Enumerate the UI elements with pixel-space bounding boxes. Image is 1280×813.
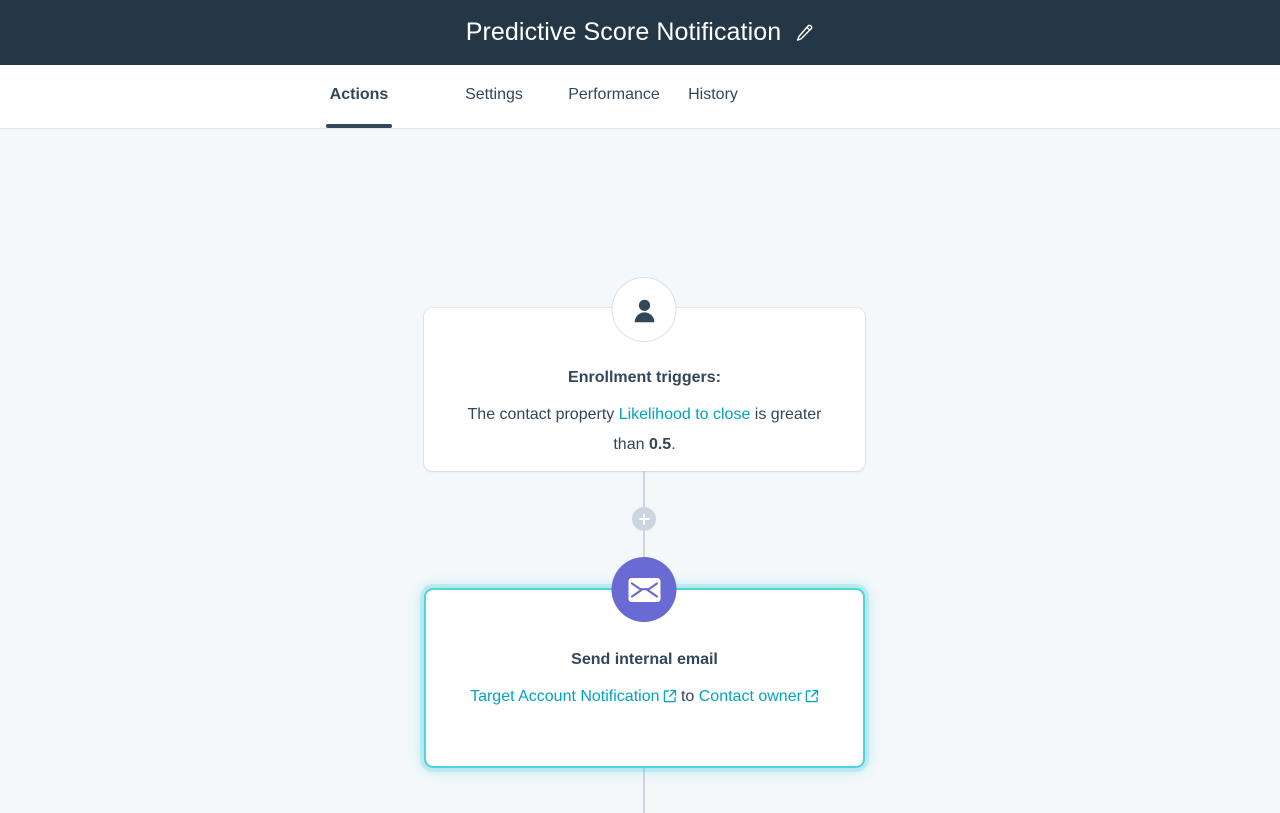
- likelihood-to-close-link[interactable]: Likelihood to close: [619, 406, 751, 423]
- send-internal-email-title: Send internal email: [571, 651, 718, 668]
- tab-actions[interactable]: Actions: [326, 65, 392, 128]
- trigger-threshold-value: 0.5: [648, 436, 672, 454]
- tab-performance-label: Performance: [568, 85, 660, 103]
- contact-person-icon: [611, 277, 677, 342]
- tab-performance[interactable]: Performance: [562, 65, 666, 128]
- tab-settings[interactable]: Settings: [460, 65, 528, 128]
- workflow-header-bar: Predictive Score Notification: [0, 0, 1280, 65]
- send-internal-email-description: Target Account Notification to Contact o…: [460, 682, 829, 712]
- trigger-text-suffix: .: [671, 436, 676, 454]
- email-recipient-link[interactable]: Contact owner: [699, 688, 802, 705]
- enrollment-trigger-title: Enrollment triggers:: [568, 369, 721, 386]
- add-action-button-1[interactable]: [632, 507, 656, 531]
- plus-icon-vertical: [643, 513, 645, 525]
- trigger-text-prefix: The contact property: [467, 406, 619, 424]
- tab-history-label: History: [688, 85, 738, 103]
- tab-settings-label: Settings: [465, 85, 523, 103]
- contact-person-glyph: [634, 299, 654, 322]
- workflow-canvas: Enrollment triggers: The contact propert…: [0, 129, 1280, 813]
- pencil-icon[interactable]: [794, 23, 814, 43]
- workflow-tab-bar: Actions Settings Performance History: [0, 65, 1280, 129]
- enrollment-trigger-description: The contact property Likelihood to close…: [458, 400, 831, 460]
- external-link-icon-email[interactable]: [663, 689, 677, 703]
- envelope-icon: [611, 557, 677, 622]
- external-link-icon-recipient[interactable]: [805, 689, 819, 703]
- email-template-link[interactable]: Target Account Notification: [470, 688, 659, 705]
- page-title: Predictive Score Notification: [465, 18, 782, 46]
- workflow-title-group: Predictive Score Notification: [466, 20, 815, 45]
- tab-history[interactable]: History: [683, 65, 743, 128]
- tab-actions-label: Actions: [329, 85, 389, 103]
- email-connector-word: to: [680, 688, 695, 706]
- envelope-glyph: [628, 577, 660, 602]
